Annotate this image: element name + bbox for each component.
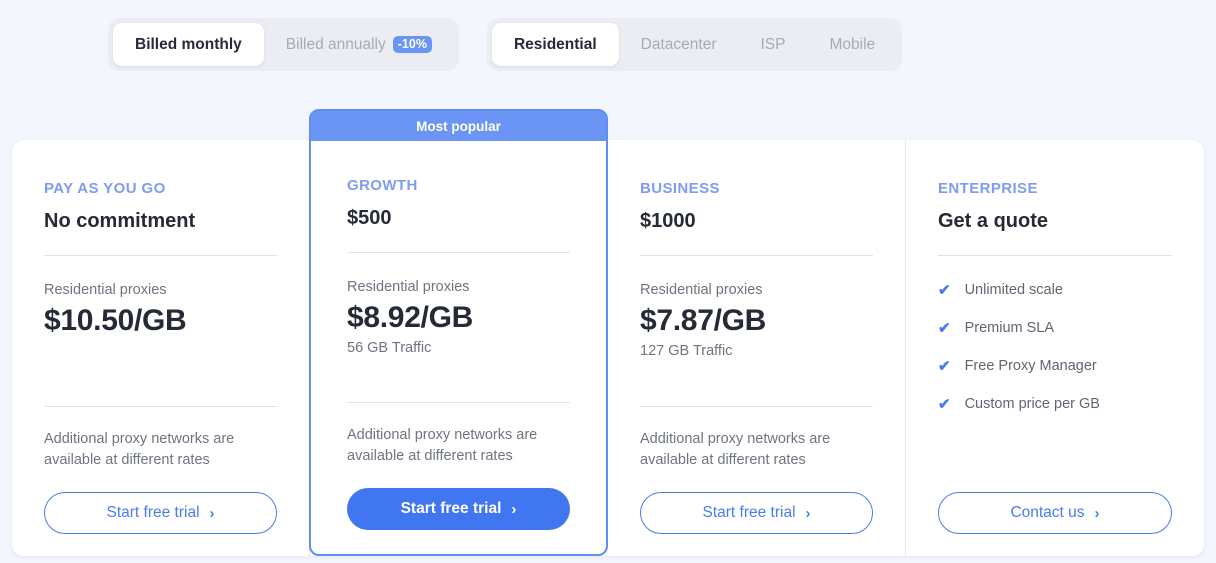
product-type-tabs[interactable]: Residential Datacenter ISP Mobile: [486, 18, 903, 71]
toggle-gap: [459, 18, 487, 71]
card-footer: Additional proxy networks are available …: [44, 405, 277, 534]
check-icon: ✔: [938, 395, 951, 413]
check-icon: ✔: [938, 357, 951, 375]
pricing-card-pay-as-you-go: PAY AS YOU GO No commitment Residential …: [12, 140, 310, 556]
plan-price: Get a quote: [938, 210, 1049, 232]
plan-label: PAY AS YOU GO: [44, 180, 166, 197]
start-free-trial-button[interactable]: Start free trial ›: [44, 492, 277, 534]
check-icon: ✔: [938, 281, 951, 299]
unit-price: $8.92/GB: [347, 301, 474, 334]
plan-note: Additional proxy networks are available …: [347, 426, 538, 465]
traffic-allowance: 127 GB Traffic: [640, 343, 733, 359]
feature-label: Premium SLA: [964, 320, 1055, 336]
tab-mobile[interactable]: Mobile: [807, 23, 897, 66]
pricing-page: Billed monthly Billed annually -10% Resi…: [0, 0, 1216, 563]
tab-mobile-label: Mobile: [829, 35, 876, 53]
plan-price: $1000: [640, 210, 696, 232]
billing-period-toggle[interactable]: Billed monthly Billed annually -10%: [108, 18, 459, 71]
most-popular-label: Most popular: [416, 118, 501, 134]
chevron-right-icon: ›: [1094, 504, 1100, 522]
button-label: Start free trial: [702, 504, 796, 521]
divider: [44, 405, 277, 407]
tab-isp-label: ISP: [760, 35, 786, 53]
feature-label: Free Proxy Manager: [964, 358, 1097, 374]
unit-price: $10.50/GB: [44, 304, 187, 337]
tab-datacenter-label: Datacenter: [640, 35, 717, 53]
most-popular-banner: Most popular: [311, 111, 606, 141]
divider: [640, 405, 873, 407]
unit-price: $7.87/GB: [640, 304, 767, 337]
button-label: Start free trial: [400, 500, 502, 517]
pricing-controls: Billed monthly Billed annually -10% Resi…: [108, 18, 903, 71]
billing-option-annually[interactable]: Billed annually -10%: [264, 23, 454, 66]
plan-note: Additional proxy networks are available …: [44, 430, 235, 469]
list-item: ✔ Free Proxy Manager: [938, 358, 1172, 374]
divider: [938, 255, 1172, 256]
chevron-right-icon: ›: [805, 504, 811, 522]
unit-label: Residential proxies: [44, 282, 167, 298]
pricing-card-deck: PAY AS YOU GO No commitment Residential …: [12, 140, 1204, 556]
billing-option-annually-label: Billed annually: [285, 35, 386, 53]
button-label: Contact us: [1010, 504, 1085, 521]
list-item: ✔ Unlimited scale: [938, 282, 1172, 298]
divider: [640, 255, 873, 256]
plan-label: GROWTH: [347, 177, 418, 194]
feature-label: Unlimited scale: [964, 282, 1063, 298]
plan-price: $500: [347, 207, 392, 229]
pricing-card-growth: Most popular GROWTH $500 Residential pro…: [309, 109, 608, 556]
card-footer: Additional proxy networks are available …: [347, 401, 570, 530]
traffic-allowance: 56 GB Traffic: [347, 340, 432, 356]
divider: [347, 401, 570, 403]
card-footer: Additional proxy networks are available …: [640, 405, 873, 534]
tab-residential[interactable]: Residential: [491, 23, 619, 66]
plan-price: No commitment: [44, 210, 196, 232]
list-item: ✔ Premium SLA: [938, 320, 1172, 336]
button-label: Start free trial: [106, 504, 200, 521]
plan-label: ENTERPRISE: [938, 180, 1038, 197]
enterprise-feature-list: ✔ Unlimited scale ✔ Premium SLA ✔ Free P…: [938, 282, 1172, 412]
billing-option-monthly[interactable]: Billed monthly: [113, 23, 264, 66]
unit-label: Residential proxies: [347, 279, 470, 295]
tab-isp[interactable]: ISP: [738, 23, 807, 66]
start-free-trial-button[interactable]: Start free trial ›: [640, 492, 873, 534]
card-footer: Contact us ›: [938, 492, 1172, 534]
tab-datacenter[interactable]: Datacenter: [619, 23, 739, 66]
pricing-card-business: BUSINESS $1000 Residential proxies $7.87…: [608, 140, 906, 556]
list-item: ✔ Custom price per GB: [938, 396, 1172, 412]
pricing-card-enterprise: ENTERPRISE Get a quote ✔ Unlimited scale…: [906, 140, 1204, 556]
chevron-right-icon: ›: [209, 504, 215, 522]
divider: [347, 252, 570, 253]
check-icon: ✔: [938, 319, 951, 337]
plan-label: BUSINESS: [640, 180, 720, 197]
start-free-trial-button[interactable]: Start free trial ›: [347, 488, 570, 530]
unit-label: Residential proxies: [640, 282, 763, 298]
tab-residential-label: Residential: [513, 35, 597, 53]
divider: [44, 255, 277, 256]
feature-label: Custom price per GB: [964, 396, 1100, 412]
plan-note: Additional proxy networks are available …: [640, 430, 831, 469]
chevron-right-icon: ›: [511, 500, 517, 518]
annual-discount-badge: -10%: [392, 35, 432, 54]
billing-option-monthly-label: Billed monthly: [135, 35, 242, 53]
contact-us-button[interactable]: Contact us ›: [938, 492, 1172, 534]
growth-card-body: GROWTH $500 Residential proxies $8.92/GB…: [311, 141, 606, 554]
